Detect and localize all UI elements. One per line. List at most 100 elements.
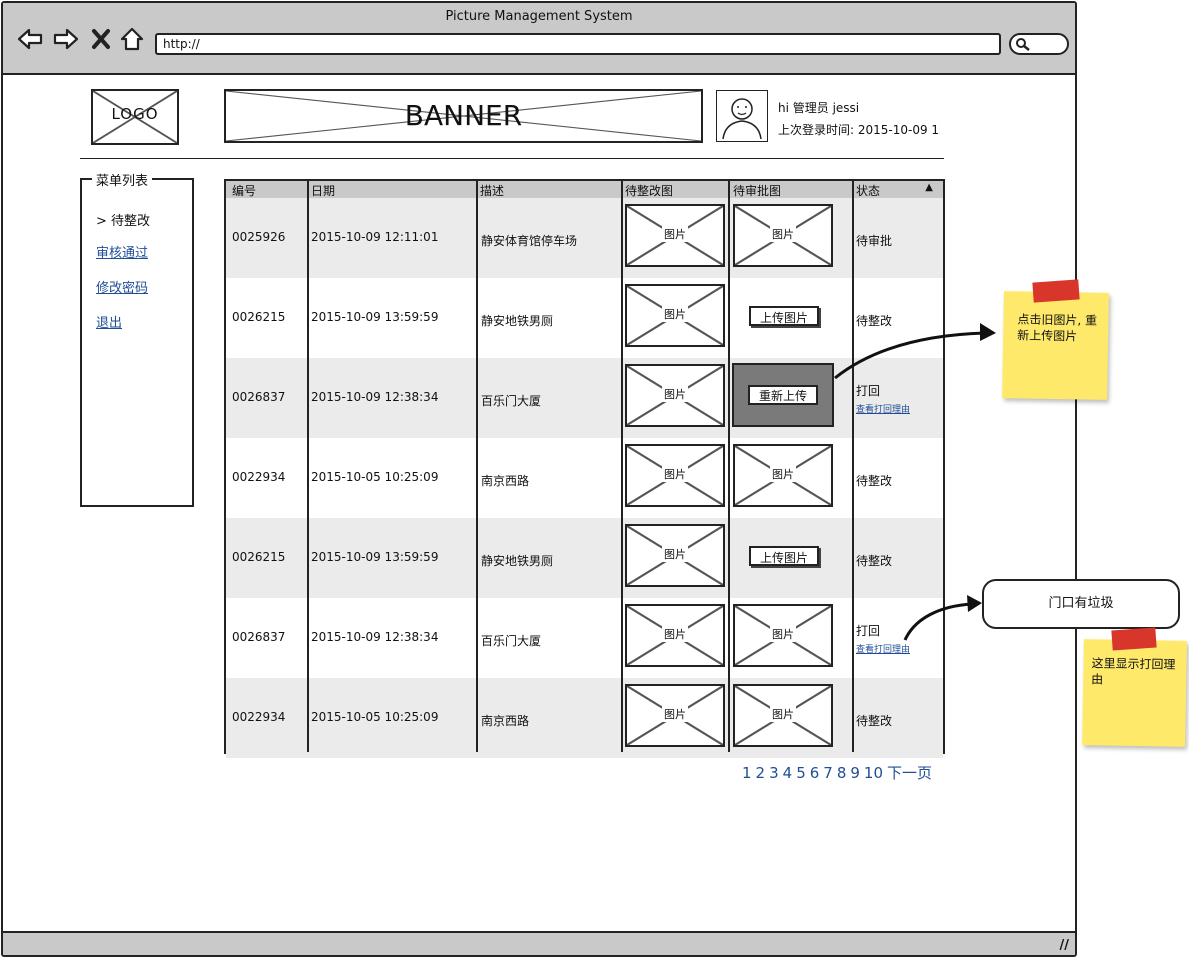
col-divider	[476, 181, 478, 752]
cell-status: 打回	[856, 384, 881, 398]
page-link[interactable]: 4	[783, 764, 793, 782]
col-header-date[interactable]: 日期	[311, 182, 335, 199]
page-link[interactable]: 2	[756, 764, 766, 782]
forward-arrow-icon[interactable]	[53, 27, 79, 51]
menu-item-change-password[interactable]: 修改密码	[96, 277, 148, 296]
logo-text: LOGO	[111, 105, 159, 123]
col-header-before-image[interactable]: 待整改图	[625, 182, 673, 199]
before-image-thumbnail[interactable]: 图片	[625, 204, 725, 267]
page-link[interactable]: 10	[864, 764, 883, 782]
reject-reason-bubble: 门口有垃圾	[982, 579, 1180, 629]
before-image-thumbnail[interactable]: 图片	[625, 364, 725, 427]
greeting-text: hi 管理员 jessi	[778, 101, 860, 115]
approval-image-thumbnail[interactable]: 图片	[733, 444, 833, 507]
page-link[interactable]: 1	[742, 764, 752, 782]
tape	[1032, 279, 1080, 303]
cell-id: 0022934	[232, 710, 286, 724]
cell-desc: 静安体育馆停车场	[481, 234, 578, 248]
sort-arrow-icon[interactable]: ▲	[925, 182, 933, 193]
menu-title: 菜单列表	[92, 170, 153, 189]
sidebar-menu: 菜单列表 > 待整改 审核通过 修改密码 退出	[80, 170, 194, 507]
col-header-approval-image[interactable]: 待审批图	[733, 182, 781, 199]
table-row: 0026215 2015-10-09 13:59:59 静安地铁男厕 图片 上传图片 待整…	[226, 278, 943, 358]
page-link[interactable]: 6	[810, 764, 820, 782]
table-row: 0026837 2015-10-09 12:38:34 百乐门大厦 图片 图片 打回 查看打…	[226, 598, 943, 678]
page-link[interactable]: 7	[823, 764, 833, 782]
banner-text: BANNER	[404, 99, 523, 132]
col-divider	[728, 181, 730, 752]
image-label: 图片	[662, 386, 688, 402]
cell-id: 0026837	[232, 390, 286, 404]
sticky-note-text: 这里显示打回理由	[1091, 656, 1176, 687]
reupload-button[interactable]: 重新上传	[748, 385, 818, 405]
cell-status: 待整改	[856, 714, 893, 728]
search-box[interactable]	[1009, 33, 1069, 55]
user-info: hi 管理员 jessi 上次登录时间: 2015-10-09 12:00	[778, 97, 940, 141]
reupload-area[interactable]: 重新上传	[732, 363, 834, 427]
cell-date: 2015-10-09 12:11:01	[311, 230, 439, 244]
address-bar[interactable]: http://	[155, 33, 1001, 55]
cell-status: 待审批	[856, 234, 893, 248]
menu-item-pending-fix[interactable]: > 待整改	[96, 210, 150, 229]
user-icon	[722, 98, 762, 140]
cell-desc: 静安地铁男厕	[481, 554, 554, 568]
avatar	[716, 90, 768, 142]
before-image-thumbnail[interactable]: 图片	[625, 284, 725, 347]
browser-titlebar: Picture Management System http://	[3, 3, 1075, 75]
table-header: 编号 日期 描述 待整改图 待审批图 状态 ▲	[226, 181, 943, 198]
col-header-status[interactable]: 状态	[856, 182, 880, 199]
cell-status: 打回	[856, 624, 881, 638]
col-divider	[307, 181, 309, 752]
table-row: 0022934 2015-10-05 10:25:09 南京西路 图片 图片 待整改	[226, 438, 943, 518]
before-image-thumbnail[interactable]: 图片	[625, 604, 725, 667]
upload-image-button[interactable]: 上传图片	[749, 546, 819, 566]
cell-date: 2015-10-09 12:38:34	[311, 390, 439, 404]
col-header-desc[interactable]: 描述	[480, 182, 504, 199]
cell-id: 0026837	[232, 630, 286, 644]
last-login-text: 上次登录时间: 2015-10-09 12:00	[778, 123, 940, 137]
home-icon[interactable]	[119, 27, 145, 51]
page-link[interactable]: 9	[850, 764, 860, 782]
cell-desc: 百乐门大厦	[481, 394, 542, 408]
image-label: 图片	[662, 546, 688, 562]
sticky-note-text: 点击旧图片, 重新上传图片	[1017, 312, 1098, 344]
logo-placeholder: LOGO	[91, 89, 179, 145]
image-label: 图片	[770, 706, 796, 722]
cell-date: 2015-10-05 10:25:09	[311, 710, 439, 724]
cell-id: 0025926	[232, 230, 286, 244]
menu-item-approved[interactable]: 审核通过	[96, 242, 148, 261]
next-page-link[interactable]: 下一页	[887, 764, 932, 782]
cell-date: 2015-10-09 13:59:59	[311, 310, 439, 324]
reject-reason-link[interactable]: 查看打回理由	[856, 402, 910, 415]
page-link[interactable]: 3	[769, 764, 779, 782]
before-image-thumbnail[interactable]: 图片	[625, 684, 725, 747]
cell-desc: 南京西路	[481, 474, 530, 488]
page-link[interactable]: 8	[837, 764, 847, 782]
back-arrow-icon[interactable]	[17, 27, 43, 51]
table-row: 0026837 2015-10-09 12:38:34 百乐门大厦 图片 重新上传 打回查…	[226, 358, 943, 438]
image-label: 图片	[770, 466, 796, 482]
approval-image-thumbnail[interactable]: 图片	[733, 604, 833, 667]
search-icon	[1016, 38, 1030, 51]
resize-grip-icon[interactable]: //	[1060, 938, 1070, 953]
image-label: 图片	[662, 226, 688, 242]
reject-reason-link[interactable]: 查看打回理由	[856, 642, 910, 655]
page-link[interactable]: 5	[796, 764, 806, 782]
approval-image-thumbnail[interactable]: 图片	[733, 204, 833, 267]
tape	[1111, 627, 1157, 651]
col-header-id[interactable]: 编号	[232, 182, 256, 199]
before-image-thumbnail[interactable]: 图片	[625, 444, 725, 507]
cell-date: 2015-10-09 13:59:59	[311, 550, 439, 564]
menu-item-logout[interactable]: 退出	[96, 312, 122, 331]
sticky-note-reject-reason: 这里显示打回理由	[1082, 639, 1187, 747]
upload-image-button[interactable]: 上传图片	[749, 306, 819, 326]
close-icon[interactable]	[91, 27, 111, 51]
col-divider	[621, 181, 623, 752]
before-image-thumbnail[interactable]: 图片	[625, 524, 725, 587]
status-bar: //	[3, 931, 1075, 955]
approval-image-thumbnail[interactable]: 图片	[733, 684, 833, 747]
table-row: 0025926 2015-10-09 12:11:01 静安体育馆停车场 图片 图片 待审…	[226, 198, 943, 278]
image-label: 图片	[662, 706, 688, 722]
cell-status: 待整改	[856, 554, 893, 568]
cell-desc: 百乐门大厦	[481, 634, 542, 648]
